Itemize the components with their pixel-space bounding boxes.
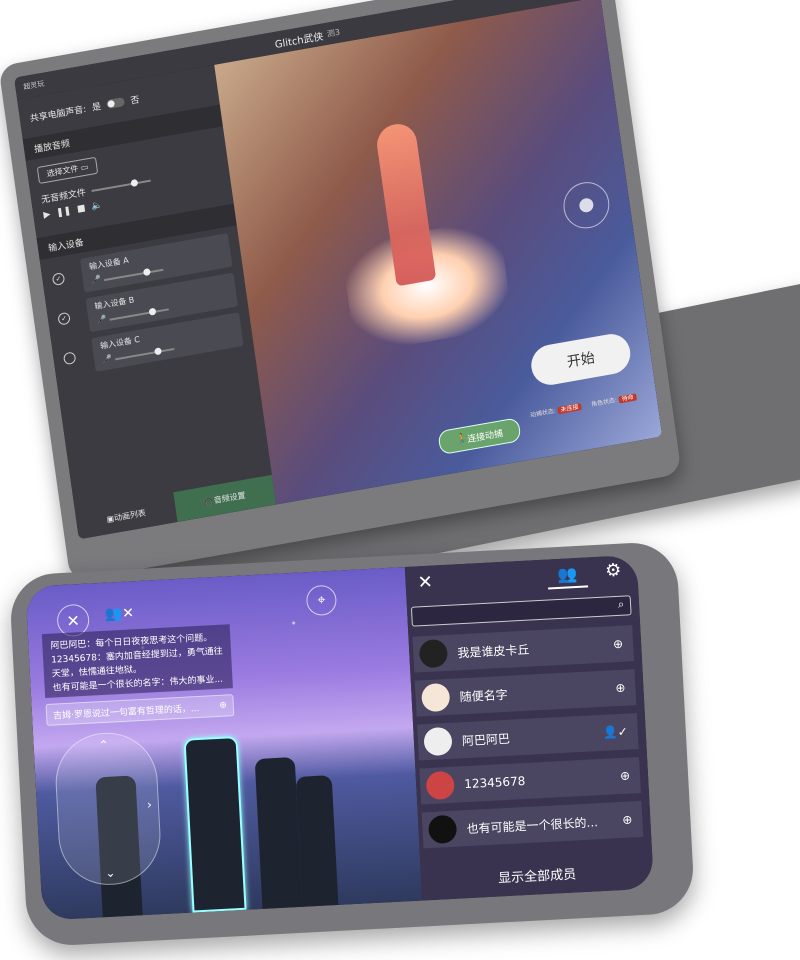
device-a-check-row: ✓	[51, 272, 66, 287]
volume-slider[interactable]	[91, 179, 151, 192]
camera-joystick[interactable]	[560, 178, 613, 233]
device-c-radio[interactable]	[62, 351, 77, 366]
player-character	[295, 775, 339, 907]
chevron-down-icon: ⌄	[105, 865, 116, 881]
chevron-right-icon: ›	[146, 797, 153, 812]
tab-action-list[interactable]: ▣ 动画列表	[75, 492, 178, 539]
avatar	[423, 726, 453, 757]
share-audio-yes: 是	[91, 102, 102, 114]
add-circle-icon[interactable]: ⊕	[620, 769, 631, 784]
phone-screen: ✕ 👥✕ ⌖ 阿巴阿巴：每个日日夜夜思考这个问题。 12345678：塞内加音经…	[25, 554, 654, 921]
list-item[interactable]: 随便名字 ⊕	[414, 669, 637, 717]
choose-file-label: 选择文件	[46, 164, 79, 179]
gear-icon[interactable]: ⚙	[605, 560, 622, 582]
mute-people-icon[interactable]: 👥✕	[104, 605, 134, 623]
play-icon[interactable]: ▶	[43, 210, 51, 221]
game-viewport: 开始 🚶 连接动捕 动捕状态: 未连接 角色状态: 待命	[214, 0, 663, 505]
phone: ✕ 👥✕ ⌖ 阿巴阿巴：每个日日夜夜思考这个问题。 12345678：塞内加音经…	[8, 540, 696, 948]
avatar	[418, 638, 449, 669]
device-a-checkbox[interactable]: ✓	[51, 272, 66, 287]
player-character	[254, 757, 303, 909]
device-c-slider[interactable]	[114, 348, 175, 361]
no-file-text: 无音频文件	[40, 188, 87, 206]
status-bar: 动捕状态: 未连接 角色状态: 待命	[529, 391, 638, 420]
user-check-icon[interactable]: 👤✓	[602, 725, 628, 740]
list-item[interactable]: 阿巴阿巴 👤✓	[417, 713, 639, 761]
motion-status-badge: 未连接	[557, 403, 582, 415]
list-item[interactable]: 12345678 ⊕	[419, 756, 641, 805]
window-subtitle: 测3	[326, 27, 341, 39]
add-circle-icon[interactable]: ⊕	[613, 637, 624, 652]
tab-indicator	[548, 585, 589, 590]
role-status-badge: 待命	[618, 393, 638, 404]
avatar	[425, 770, 456, 801]
add-circle-icon[interactable]: ⊕	[219, 701, 227, 711]
motion-status-label: 动捕状态:	[529, 407, 557, 420]
movement-joystick[interactable]: ⌃ › ⌄	[53, 730, 163, 888]
members-panel: ✕ 👥 ⚙ ⌕ 我是谁皮卡丘 ⊕ 随便名字 ⊕ 阿巴阿巴 👤✓ 12345678…	[404, 554, 654, 901]
add-circle-icon[interactable]: ⊕	[622, 812, 633, 827]
search-input[interactable]: ⌕	[410, 595, 632, 627]
device-b-check-row: ✓	[57, 311, 71, 326]
phone-game-view: ✕ 👥✕ ⌖ 阿巴阿巴：每个日日夜夜思考这个问题。 12345678：塞内加音经…	[25, 566, 423, 921]
member-name: 12345678	[463, 773, 526, 792]
device-c-check-row	[62, 351, 77, 366]
chevron-up-icon: ⌃	[98, 737, 110, 753]
share-audio-no: 否	[129, 95, 141, 107]
list-item[interactable]: 我是谁皮卡丘 ⊕	[412, 625, 635, 673]
start-button[interactable]: 开始	[528, 330, 633, 388]
member-name: 我是谁皮卡丘	[457, 642, 530, 660]
neon-cat-character	[183, 735, 247, 913]
close-icon[interactable]: ✕	[417, 572, 433, 594]
device-b-slider[interactable]	[109, 308, 169, 321]
device-a-slider[interactable]	[103, 268, 163, 282]
member-name: 随便名字	[459, 687, 508, 704]
share-audio-label: 共享电脑声音:	[29, 104, 87, 125]
bottom-tabs: ▣ 动画列表 🎧 音频设置	[75, 474, 277, 539]
show-all-members-button[interactable]: 显示全部成员	[421, 859, 654, 890]
search-icon: ⌕	[617, 597, 625, 611]
tab-action-list-label: 动画列表	[113, 507, 147, 523]
member-name: 阿巴阿巴	[461, 731, 511, 748]
mic-icon: 🎤	[101, 353, 113, 365]
folder-icon: ▭	[80, 162, 89, 173]
stop-icon[interactable]: ■	[76, 203, 86, 214]
tab-audio-settings-label: 音频设置	[213, 490, 246, 505]
list-item[interactable]: 也有可能是一个很长的... ⊕	[421, 800, 644, 849]
choose-file-button[interactable]: 选择文件 ▭	[36, 156, 99, 185]
members-panel-header: ✕ 👥 ⚙	[405, 555, 638, 599]
connect-mocap-label: 连接动捕	[466, 428, 504, 445]
mic-icon: 🎤	[90, 274, 102, 286]
role-status-label: 角色状态:	[590, 396, 618, 409]
mic-icon: 🎤	[96, 314, 108, 325]
choose-file-row: 选择文件 ▭	[36, 156, 99, 185]
chat-log: 阿巴阿巴：每个日日夜夜思考这个问题。 12345678：塞内加音经提到过，勇气通…	[41, 624, 233, 698]
group-icon[interactable]: 👥	[557, 564, 578, 584]
add-circle-icon[interactable]: ⊕	[615, 681, 626, 696]
share-audio-row: 共享电脑声音: 是 否	[29, 92, 140, 124]
connect-mocap-button[interactable]: 🚶 连接动捕	[437, 417, 522, 456]
member-name: 也有可能是一个很长的...	[466, 814, 599, 836]
share-audio-toggle[interactable]	[106, 97, 126, 110]
avatar	[427, 814, 458, 845]
tab-audio-settings[interactable]: 🎧 音频设置	[173, 474, 277, 522]
laptop-screen: 超灵玩 Glitch武侠 测3 – ▢ ✕ 共享电脑声音: 是 否 播放音频 选…	[14, 0, 663, 540]
volume-icon: 🔈	[90, 200, 104, 213]
avatar	[420, 682, 451, 713]
device-b-checkbox[interactable]: ✓	[57, 311, 71, 326]
app-logo: 超灵玩	[22, 79, 45, 92]
pause-icon[interactable]: ❚❚	[56, 206, 72, 219]
chat-input-value: 吉姆·罗恩说过一句富有哲理的话，...	[52, 703, 200, 722]
